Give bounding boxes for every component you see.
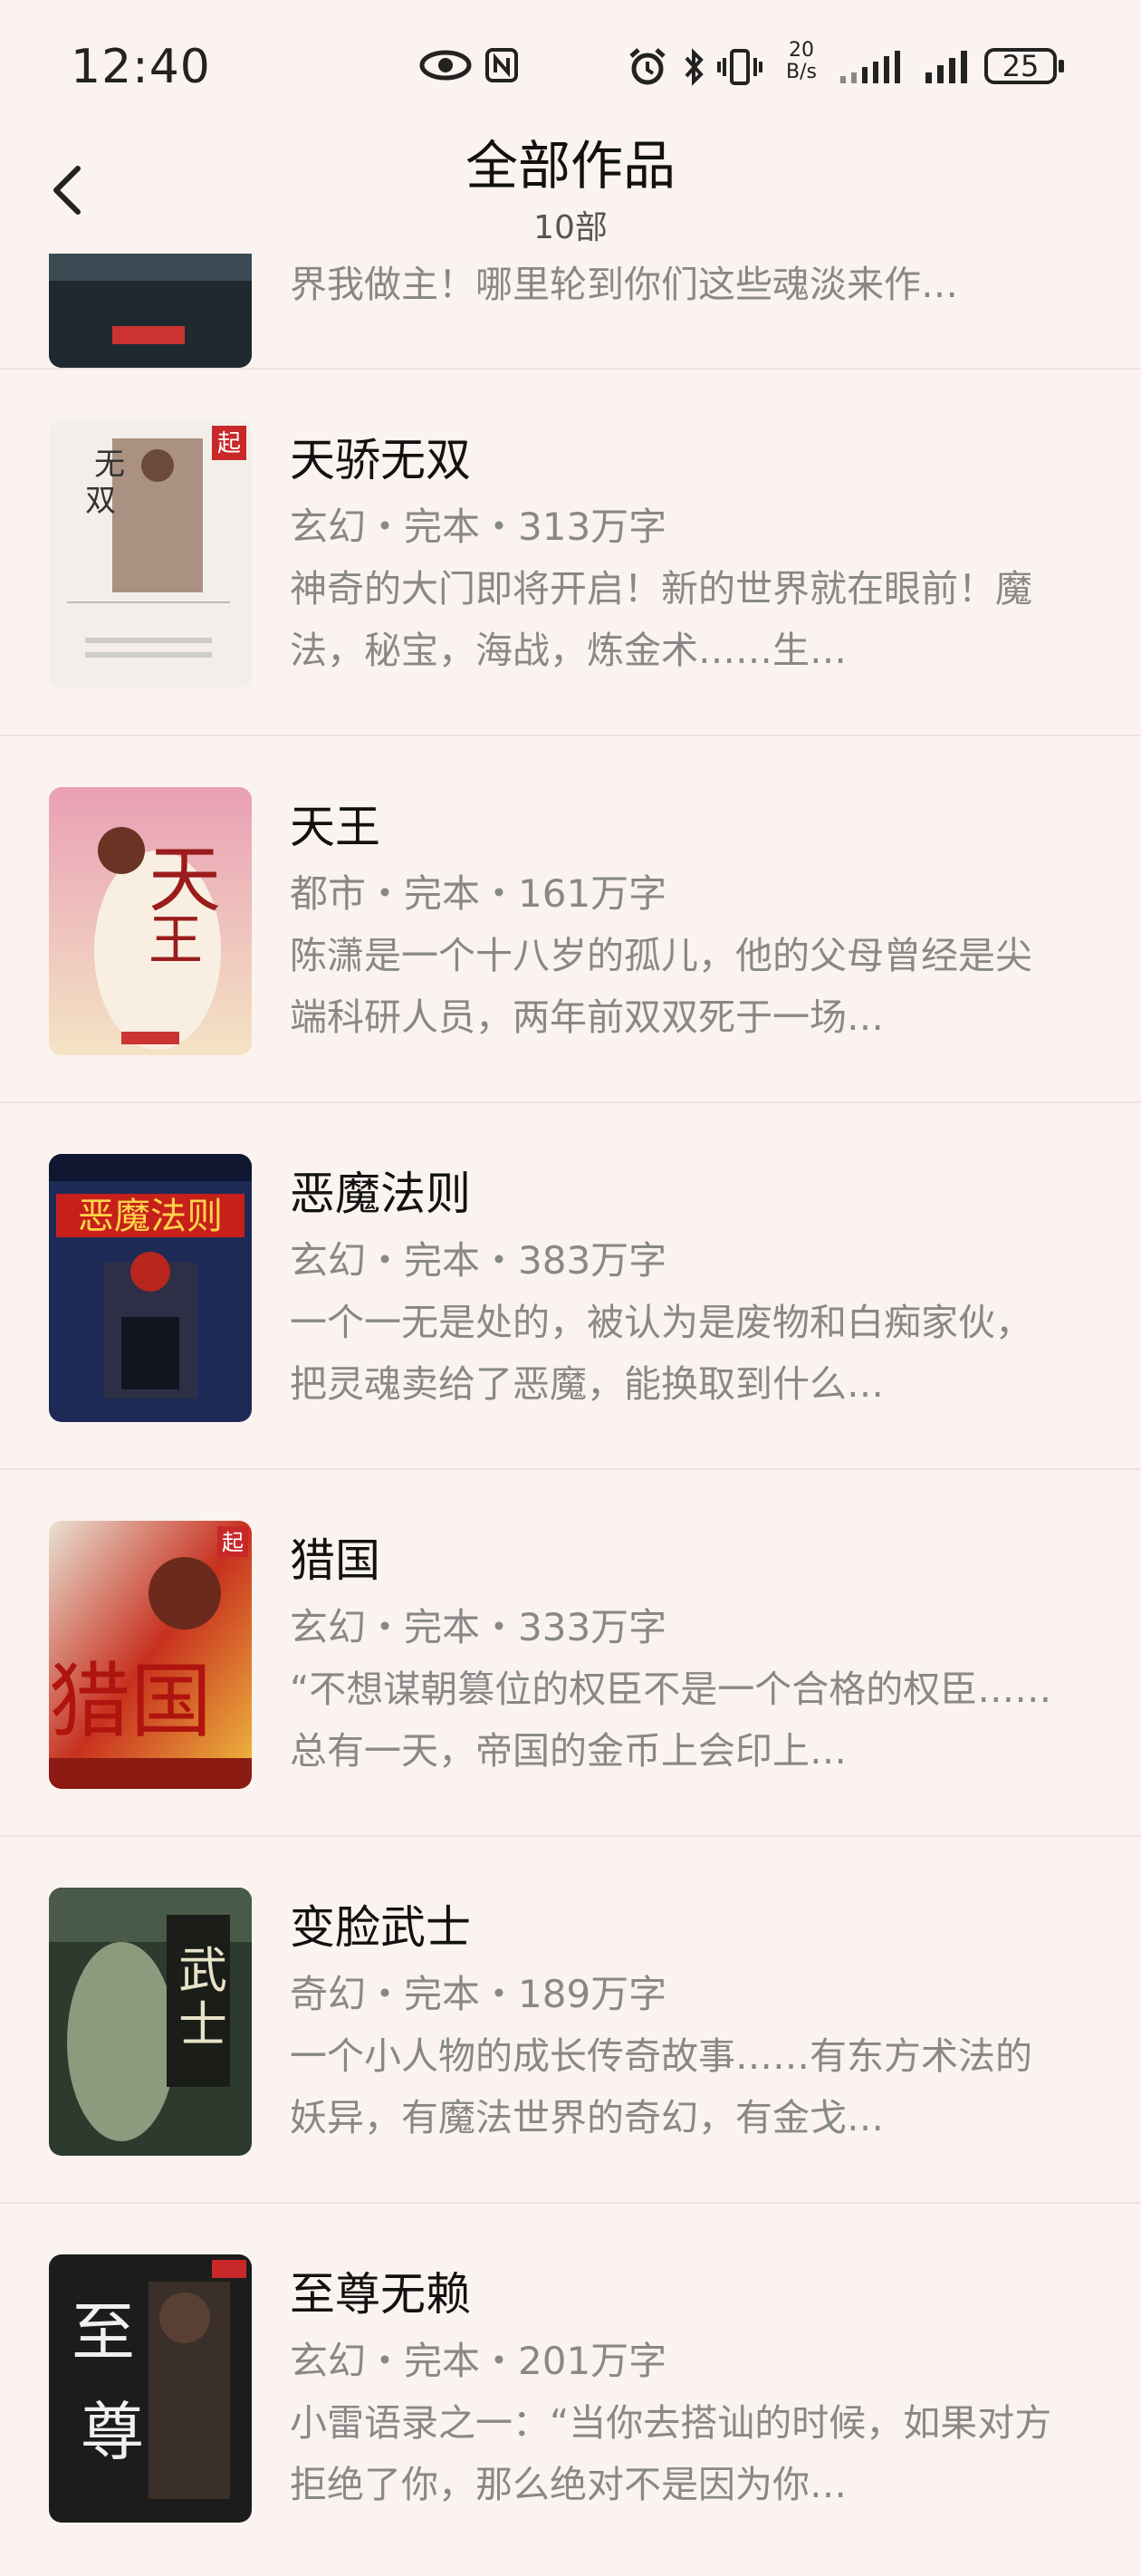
svg-text:无: 无 bbox=[94, 447, 125, 483]
battery-level: 25 bbox=[1002, 49, 1040, 83]
net-speed-value: 20 bbox=[789, 39, 814, 62]
svg-text:起: 起 bbox=[217, 430, 241, 457]
book-cover: 恶魔法则 bbox=[49, 1154, 252, 1422]
book-description: 神奇的大门即将开启！新的世界就在眼前！魔法，秘宝，海战，炼金术……生… bbox=[290, 567, 1032, 672]
book-title: 天骄无双 bbox=[290, 434, 471, 486]
book-cover: 天 王 bbox=[49, 787, 252, 1055]
signal-icon bbox=[924, 49, 973, 85]
list-item[interactable]: 起 猎国 猎国 玄幻・完本・333万字 “不想谋朝篡位的权臣不是一个合格的权臣…… bbox=[0, 1470, 1141, 1837]
book-description: 一个小人物的成长传奇故事……有东方术法的妖异，有魔法世界的奇幻，有金戈… bbox=[290, 2034, 1032, 2139]
net-speed: 20 B/s bbox=[779, 40, 824, 89]
svg-text:尊: 尊 bbox=[81, 2395, 144, 2469]
svg-text:武: 武 bbox=[178, 1942, 227, 1999]
list-item[interactable]: 恶魔法则 恶魔法则 玄幻・完本・383万字 一个一无是处的，被认为是废物和白痴家… bbox=[0, 1103, 1141, 1470]
eye-icon bbox=[418, 47, 473, 83]
list-item[interactable]: 至 尊 至尊无赖 玄幻・完本・201万字 小雷语录之一：“当你去搭讪的时候，如果… bbox=[0, 2204, 1141, 2571]
book-meta: 玄幻・完本・383万字 bbox=[290, 1238, 667, 1283]
svg-text:至: 至 bbox=[72, 2295, 135, 2369]
book-title: 天王 bbox=[290, 801, 380, 853]
svg-text:猎国: 猎国 bbox=[49, 1654, 212, 1749]
book-meta: 都市・完本・161万字 bbox=[290, 871, 667, 916]
svg-text:恶魔法则: 恶魔法则 bbox=[78, 1196, 223, 1237]
book-title: 变脸武士 bbox=[290, 1901, 471, 1954]
book-cover: 起 无 双 bbox=[49, 420, 252, 688]
book-cover: 至 尊 bbox=[49, 2254, 252, 2523]
nfc-icon bbox=[484, 47, 520, 83]
svg-text:双: 双 bbox=[85, 483, 116, 519]
book-description: “不想谋朝篡位的权臣不是一个合格的权臣……总有一天，帝国的金币上会印上… bbox=[290, 1668, 1052, 1773]
list-item[interactable]: 天 王 天王 都市・完本・161万字 陈潇是一个十八岁的孤儿，他的父母曾经是尖端… bbox=[0, 736, 1141, 1103]
book-description: 界我做主！哪里轮到你们这些魂淡来作… bbox=[290, 263, 958, 306]
book-description: 小雷语录之一：“当你去搭讪的时候，如果对方拒绝了你，那么绝对不是因为你… bbox=[290, 2401, 1052, 2506]
vibrate-icon bbox=[717, 47, 762, 87]
list-item[interactable]: 武 士 变脸武士 奇幻・完本・189万字 一个小人物的成长传奇故事……有东方术法… bbox=[0, 1837, 1141, 2204]
signal-icon bbox=[839, 49, 907, 85]
alarm-icon bbox=[627, 47, 668, 87]
book-meta: 玄幻・完本・201万字 bbox=[290, 2339, 667, 2383]
book-title: 猎国 bbox=[290, 1534, 380, 1587]
book-title: 恶魔法则 bbox=[290, 1168, 471, 1220]
works-count: 10部 bbox=[533, 209, 608, 246]
book-cover bbox=[49, 254, 252, 368]
net-speed-unit: B/s bbox=[786, 61, 817, 83]
svg-text:王: 王 bbox=[149, 909, 203, 973]
status-icons: 20 B/s 25 bbox=[0, 40, 1141, 92]
book-cover: 起 猎国 bbox=[49, 1521, 252, 1789]
battery-icon: 25 bbox=[983, 47, 1067, 85]
book-cover: 武 士 bbox=[49, 1888, 252, 2156]
book-description: 一个一无是处的，被认为是废物和白痴家伙，把灵魂卖给了恶魔，能换取到什么… bbox=[290, 1301, 1032, 1406]
svg-text:士: 士 bbox=[178, 1996, 227, 2053]
list-item[interactable]: 界我做主！哪里轮到你们这些魂淡来作… bbox=[0, 254, 1141, 370]
status-bar: 12:40 20 B/s 25 bbox=[0, 0, 1141, 136]
list-item[interactable]: 起 无 双 天骄无双 玄幻・完本・313万字 神奇的大门即将开启！新的世界就在眼… bbox=[0, 370, 1141, 736]
bluetooth-icon bbox=[681, 47, 708, 87]
book-meta: 奇幻・完本・189万字 bbox=[290, 1972, 667, 2016]
book-description: 陈潇是一个十八岁的孤儿，他的父母曾经是尖端科研人员，两年前双双死于一场… bbox=[290, 934, 1032, 1039]
svg-text:起: 起 bbox=[222, 1530, 244, 1555]
book-meta: 玄幻・完本・333万字 bbox=[290, 1605, 667, 1649]
page-title: 全部作品 bbox=[465, 135, 676, 197]
book-title: 至尊无赖 bbox=[290, 2268, 471, 2321]
book-meta: 玄幻・完本・313万字 bbox=[290, 505, 667, 549]
